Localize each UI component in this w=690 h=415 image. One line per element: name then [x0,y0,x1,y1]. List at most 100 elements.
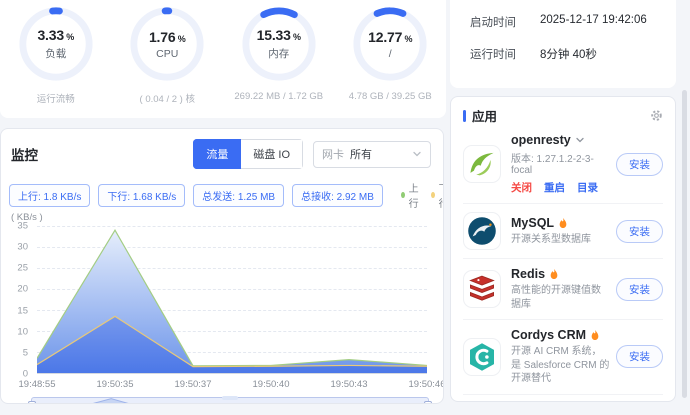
brush-right-handle[interactable] [424,401,432,404]
apps-header: 应用 [463,106,663,125]
tab-流量[interactable]: 流量 [193,139,241,169]
y-tick-label: 25 [17,263,28,274]
gauge-value: 15.33 % 内存 [240,5,318,83]
app-name-row: Cordys CRM [511,328,610,342]
app-row-openresty[interactable]: openresty版本: 1.27.1.2-2-3-focal关闭重启目录安装 [463,125,663,204]
install-button[interactable]: 安装 [616,278,663,301]
app-row-mysql[interactable]: MySQL开源关系型数据库安装 [463,204,663,259]
app-list: openresty版本: 1.27.1.2-2-3-focal关闭重启目录安装M… [463,125,663,402]
brush-silhouette [32,398,428,404]
uptime-value: 2025-12-17 19:42:06 [540,14,647,30]
app-name-row: openresty [511,133,610,147]
gauge-ring: 3.33 %负载 [17,5,95,83]
uptime-label: 运行时间 [470,46,524,62]
traffic-stats-row: 上行: 1.8 KB/s下行: 1.68 KB/s总发送: 1.25 MB总接收… [9,180,433,210]
network-card-select[interactable]: 网卡 所有 [313,141,431,168]
tab-磁盘 IO[interactable]: 磁盘 IO [241,139,303,169]
fire-icon [590,329,600,341]
traffic-stat-badge: 总接收: 2.92 MB [292,184,383,207]
x-tick-label: 19:50:37 [175,379,212,390]
area-series [37,226,427,373]
legend-item-上行[interactable]: 上行 [401,180,421,210]
app-name: Cordys CRM [511,328,586,342]
vertical-scrollbar[interactable] [682,90,687,398]
install-button[interactable]: 安装 [616,153,663,176]
y-tick-label: 0 [23,369,28,380]
gauge-/: 12.77 % / 4.78 GB / 39.25 GB [335,0,447,118]
apps-title: 应用 [472,106,650,125]
x-tick-label: 19:50:40 [253,379,290,390]
app-row-cordys-crm[interactable]: Cordys CRM 开源 AI CRM 系统，是 Salesforce CRM … [463,320,663,395]
app-info: Redis 高性能的开源键值数据库 [511,267,610,311]
gauge-percent: 12.77 % [368,29,412,45]
app-name: openresty [511,133,571,147]
app-action-重启[interactable]: 重启 [544,180,565,195]
gauge-负载: 3.33 %负载运行流畅 [0,0,112,118]
chevron-down-icon[interactable] [575,135,585,145]
app-row-redis[interactable]: Redis 高性能的开源键值数据库安装 [463,259,663,320]
y-axis-ticks: 05101520253035 [7,226,31,374]
y-tick-label: 10 [17,326,28,337]
x-tick-label: 19:48:55 [19,379,56,390]
app-action-目录[interactable]: 目录 [577,180,598,195]
monitor-header: 监控 流量磁盘 IO 网卡 所有 [1,129,443,169]
x-tick-label: 19:50:46 [409,379,444,390]
openresty-icon [463,145,501,183]
monitor-tab-group: 流量磁盘 IO [193,139,303,169]
install-button[interactable]: 安装 [616,345,663,368]
gauge-percent: 15.33 % [257,27,301,43]
traffic-stat-badge: 下行: 1.68 KB/s [98,184,185,207]
mysql-icon [463,212,501,250]
monitor-controls: 流量磁盘 IO 网卡 所有 [193,139,431,169]
gauge-value: 12.77 % / [351,5,429,83]
gauge-ring: 12.77 % / [351,5,429,83]
apps-card: 应用 openresty版本: 1.27.1.2-2-3-focal关闭重启目录… [450,96,676,402]
datazoom-brush[interactable] [31,397,429,404]
gauge-caption: ( 0.04 / 2 ) 核 [140,91,195,105]
install-button[interactable]: 安装 [616,220,663,243]
fire-icon [558,217,568,229]
app-name: MySQL [511,216,554,230]
gauge-value: 1.76 %CPU [128,5,206,83]
legend-item-下行[interactable]: 下行 [431,180,444,210]
uptime-row: 启动时间 2025-12-17 19:42:06 [470,14,676,30]
uptime-value: 8分钟 40秒 [540,46,597,62]
uptime-row: 运行时间 8分钟 40秒 [470,46,676,62]
uptime-card: 启动时间 2025-12-17 19:42:06 运行时间 8分钟 40秒 [450,0,676,88]
uptime-label: 启动时间 [470,14,524,30]
gauge-label: 负载 [45,46,66,61]
legend-dot [401,192,405,198]
y-tick-label: 30 [17,242,28,253]
gauge-ring: 1.76 %CPU [128,5,206,83]
chevron-down-icon [412,149,422,159]
chart-plot-area [37,226,427,374]
gauge-percent: 1.76 % [149,29,186,45]
monitor-card: 监控 流量磁盘 IO 网卡 所有 上行: 1.8 KB/s下行: 1.68 KB… [0,128,444,404]
fire-icon [549,268,559,280]
chart-legend: 上行下行 [391,180,444,210]
app-name-row: MySQL [511,216,610,230]
y-tick-label: 20 [17,284,28,295]
app-row-sqlbot[interactable]: SQLBot基于大模型和 RAG 的智能问数系统安装 [463,395,663,403]
y-tick-label: 5 [23,347,28,358]
app-desc: 开源 AI CRM 系统，是 Salesforce CRM 的开源替代 [511,345,610,386]
brush-left-handle[interactable] [28,401,36,404]
select-value: 所有 [350,146,408,162]
app-actions: 关闭重启目录 [511,180,610,195]
gauge-label: / [389,48,392,60]
legend-label: 上行 [409,180,421,210]
x-axis-labels: 19:48:5519:50:3519:50:3719:50:4019:50:43… [37,377,427,390]
app-action-关闭[interactable]: 关闭 [511,180,532,195]
gauge-caption: 4.78 GB / 39.25 GB [349,91,432,102]
gear-icon[interactable] [650,109,663,122]
legend-label: 下行 [439,180,444,210]
legend-dot [431,192,435,198]
x-tick-label: 19:50:35 [97,379,134,390]
app-desc: 高性能的开源键值数据库 [511,284,610,311]
app-name: Redis [511,267,545,281]
gauge-label: 内存 [268,46,289,61]
gauge-CPU: 1.76 %CPU ( 0.04 / 2 ) 核 [112,0,224,118]
x-tick-label: 19:50:43 [331,379,368,390]
system-stats-card: 3.33 %负载运行流畅 1.76 %CPU ( 0.04 / 2 ) 核 15.… [0,0,446,118]
section-accent-bar [463,110,466,122]
